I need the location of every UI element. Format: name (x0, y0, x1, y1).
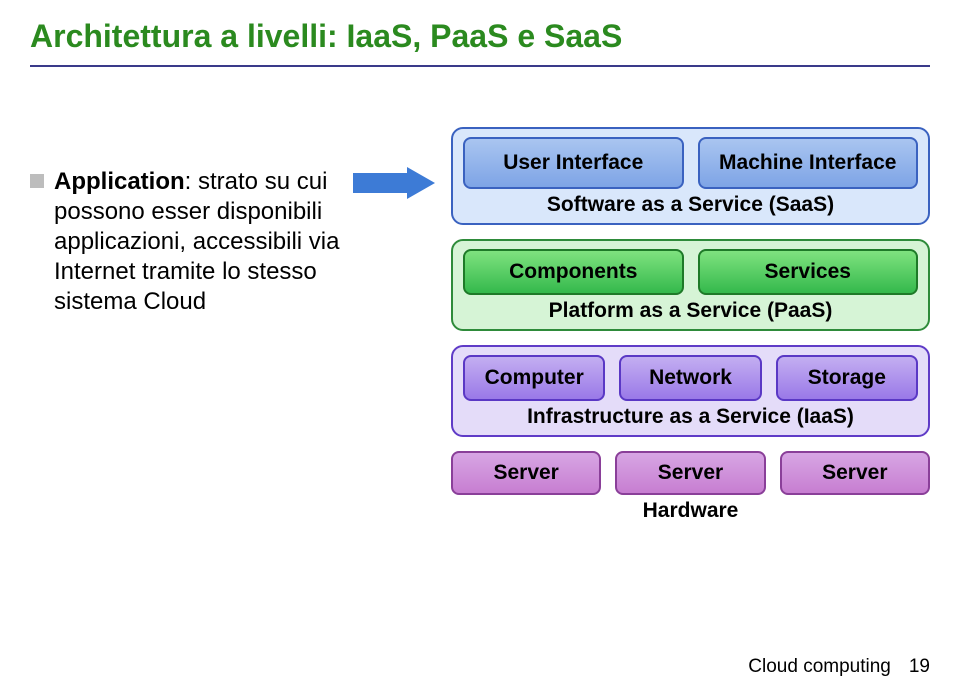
bullet-text: Application: strato su cui possono esser… (54, 167, 345, 317)
iaas-computer: Computer (463, 355, 605, 401)
hardware-label: Hardware (451, 499, 930, 523)
hw-server-3: Server (780, 451, 930, 495)
left-column: Application: strato su cui possono esser… (30, 127, 345, 317)
iaas-layer: Computer Network Storage Infrastructure … (451, 345, 930, 437)
paas-layer: Components Services Platform as a Servic… (451, 239, 930, 331)
saas-label: Software as a Service (SaaS) (463, 193, 918, 217)
saas-user-interface: User Interface (463, 137, 684, 189)
saas-layer: User Interface Machine Interface Softwar… (451, 127, 930, 225)
bullet-item: Application: strato su cui possono esser… (30, 167, 345, 317)
bullet-lead: Application (54, 168, 185, 195)
footer-text: Cloud computing (748, 656, 891, 678)
iaas-storage: Storage (776, 355, 918, 401)
paas-components: Components (463, 249, 684, 295)
content-row: Application: strato su cui possono esser… (30, 127, 930, 523)
hardware-layer: Server Server Server Hardware (451, 451, 930, 523)
saas-machine-interface: Machine Interface (698, 137, 919, 189)
title-rule (30, 65, 930, 67)
arrow-right-icon (353, 167, 437, 199)
iaas-network: Network (619, 355, 761, 401)
paas-label: Platform as a Service (PaaS) (463, 299, 918, 323)
hw-server-1: Server (451, 451, 601, 495)
footer: Cloud computing 19 (748, 656, 930, 678)
iaas-label: Infrastructure as a Service (IaaS) (463, 405, 918, 429)
arrow-column (345, 127, 445, 199)
paas-services: Services (698, 249, 919, 295)
hw-server-2: Server (615, 451, 765, 495)
diagram-column: User Interface Machine Interface Softwar… (445, 127, 930, 523)
page-title: Architettura a livelli: IaaS, PaaS e Saa… (30, 18, 930, 55)
page-number: 19 (909, 656, 930, 678)
bullet-square-icon (30, 174, 44, 188)
